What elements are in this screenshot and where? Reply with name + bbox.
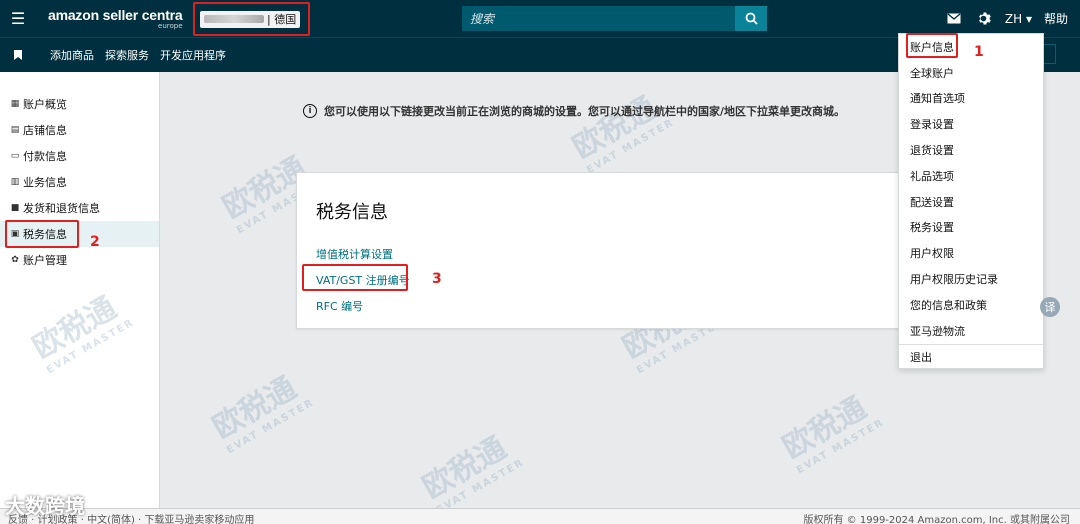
- dd-return-settings[interactable]: 退货设置: [899, 137, 1043, 163]
- gear-icon: ✿: [11, 255, 19, 265]
- store-icon: ▤: [10, 125, 20, 135]
- help-link[interactable]: 帮助: [1044, 10, 1068, 27]
- gear-icon[interactable]: [969, 11, 999, 26]
- card-icon: ▭: [10, 151, 20, 161]
- info-icon: i: [303, 103, 317, 118]
- dd-fba[interactable]: 亚马逊物流: [899, 318, 1043, 344]
- sidebar-item-label: 业务信息: [23, 176, 67, 189]
- sidebar-item-label: 店铺信息: [23, 124, 67, 137]
- nav-explore-services[interactable]: 探索服务: [105, 47, 149, 63]
- grid-icon: ▦: [10, 99, 20, 109]
- watermark: 欧税通EVAT MASTER: [776, 390, 887, 477]
- menu-icon[interactable]: ☰: [0, 0, 36, 37]
- dd-shipping-settings[interactable]: 配送设置: [899, 189, 1043, 215]
- top-bar: ☰ amazon seller centra europe | 德国 ZH ▾ …: [0, 0, 1080, 37]
- dd-login-settings[interactable]: 登录设置: [899, 111, 1043, 137]
- search-bar: [462, 6, 767, 31]
- seller-central-logo[interactable]: amazon seller centra europe: [48, 8, 183, 30]
- footer-copyright: 版权所有 © 1999-2024 Amazon.com, Inc. 或其附属公司: [803, 515, 1071, 524]
- sidebar-item-shipping-returns[interactable]: ■ 发货和退货信息: [0, 195, 159, 221]
- dd-info-policies[interactable]: 您的信息和政策: [899, 292, 1043, 318]
- watermark: 欧税通EVAT MASTER: [566, 90, 677, 177]
- dd-global-accounts[interactable]: 全球账户: [899, 60, 1043, 86]
- search-button[interactable]: [735, 6, 767, 31]
- corner-watermark-logo: 大数跨境: [5, 494, 85, 518]
- settings-dropdown: 账户信息 全球账户 通知首选项 登录设置 退货设置 礼品选项 配送设置 税务设置…: [898, 33, 1044, 369]
- watermark: 欧税通EVAT MASTER: [416, 430, 527, 517]
- step-number-2: 2: [90, 234, 100, 250]
- dd-gift-options[interactable]: 礼品选项: [899, 163, 1043, 189]
- sidebar-item-label: 账户管理: [23, 254, 67, 267]
- tax-info-card: 税务信息 增值税计算设置 VAT/GST 注册编号 RFC 编号: [296, 172, 901, 329]
- highlight-tax-info: [5, 220, 79, 248]
- blurred-account-name: [204, 15, 264, 23]
- account-country: | 德国: [267, 13, 297, 26]
- notice-text: 您可以使用以下链接更改当前正在浏览的商城的设置。您可以通过导航栏中的国家/地区下…: [324, 104, 846, 118]
- mail-icon[interactable]: [939, 13, 969, 24]
- sidebar-item-business-info[interactable]: ▥ 业务信息: [0, 169, 159, 195]
- language-selector[interactable]: ZH ▾: [1005, 12, 1032, 26]
- dd-tax-settings[interactable]: 税务设置: [899, 215, 1043, 241]
- truck-icon: ■: [10, 203, 20, 213]
- footer: 反馈 · 计划政策 · 中文(简体) · 下载亚马逊卖家移动应用 版权所有 © …: [0, 508, 1080, 524]
- nav-develop-apps[interactable]: 开发应用程序: [160, 47, 226, 63]
- dd-logout[interactable]: 退出: [899, 345, 1043, 371]
- sidebar-item-account-overview[interactable]: ▦ 账户概览: [0, 91, 159, 117]
- dd-user-permissions[interactable]: 用户权限: [899, 240, 1043, 266]
- nav-add-product[interactable]: 添加商品: [50, 47, 94, 63]
- sidebar-item-label: 付款信息: [23, 150, 67, 163]
- vat-calc-settings-link[interactable]: 增值税计算设置: [316, 246, 393, 262]
- dd-notification-prefs[interactable]: 通知首选项: [899, 86, 1043, 112]
- step-number-1: 1: [974, 44, 984, 60]
- bookmark-icon[interactable]: [0, 50, 36, 60]
- account-switcher[interactable]: | 德国: [200, 10, 301, 28]
- search-input[interactable]: [462, 6, 735, 31]
- step-number-3: 3: [432, 271, 442, 287]
- logo-text: amazon seller centra: [48, 6, 183, 23]
- account-switcher-highlight: | 德国: [193, 2, 310, 36]
- sidebar-item-label: 账户概览: [23, 98, 67, 111]
- dd-permission-history[interactable]: 用户权限历史记录: [899, 266, 1043, 292]
- sidebar-item-payment-info[interactable]: ▭ 付款信息: [0, 143, 159, 169]
- sidebar-item-label: 发货和退货信息: [23, 202, 100, 215]
- sidebar-item-account-management[interactable]: ✿ 账户管理: [0, 247, 159, 273]
- panel-edge: [1044, 44, 1056, 64]
- watermark: 欧税通EVAT MASTER: [206, 370, 317, 457]
- top-right-tools: ZH ▾ 帮助: [939, 0, 1080, 37]
- sidebar: ▦ 账户概览 ▤ 店铺信息 ▭ 付款信息 ▥ 业务信息 ■ 发货和退货信息 ▣ …: [0, 72, 160, 508]
- translate-badge[interactable]: 译: [1040, 297, 1060, 317]
- logo-region: europe: [158, 21, 183, 30]
- highlight-account-info: [906, 33, 958, 58]
- sidebar-item-store-info[interactable]: ▤ 店铺信息: [0, 117, 159, 143]
- rfc-number-link[interactable]: RFC 编号: [316, 298, 363, 314]
- search-icon: [745, 12, 758, 25]
- card-title: 税务信息: [316, 202, 388, 223]
- highlight-vat-registration: [302, 264, 408, 291]
- info-notice: i 您可以使用以下链接更改当前正在浏览的商城的设置。您可以通过导航栏中的国家/地…: [303, 98, 863, 123]
- building-icon: ▥: [10, 177, 20, 187]
